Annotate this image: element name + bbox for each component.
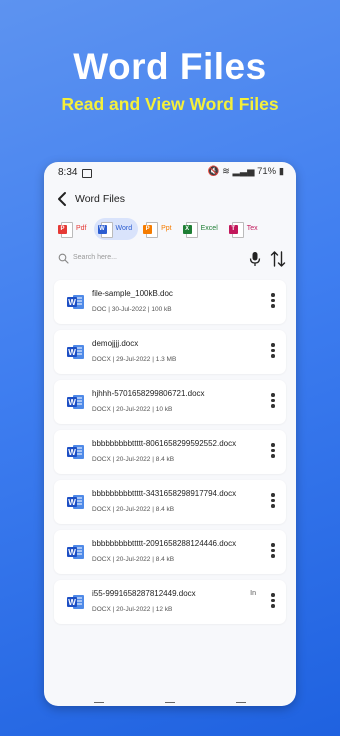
svg-text:W: W	[68, 398, 76, 407]
file-meta: DOCX | 20-Jul-2022 | 10 kB	[92, 406, 173, 413]
tab-label: Pdf	[76, 225, 87, 232]
more-options-icon[interactable]	[271, 293, 275, 311]
more-options-icon[interactable]	[271, 343, 275, 361]
back-arrow-icon[interactable]	[54, 190, 72, 208]
word-file-icon: W	[67, 345, 84, 359]
tab-word[interactable]: W Word	[93, 218, 139, 240]
file-meta: DOCX | 20-Jul-2022 | 8.4 kB	[92, 506, 175, 513]
search-icon	[58, 253, 69, 264]
mute-icon: 🔇	[207, 166, 220, 177]
status-time: 8:34	[58, 167, 78, 178]
pdf-icon: P	[58, 221, 73, 238]
sort-icon[interactable]	[270, 250, 286, 268]
tab-label: Tex	[246, 225, 258, 232]
gallery-notification-icon	[82, 169, 92, 178]
txt-icon: T	[228, 221, 244, 238]
tab-pdf[interactable]: P Pdf	[54, 218, 93, 240]
file-list-item[interactable]: W i55-9991658287812449.docx DOCX | 20-Ju…	[54, 580, 286, 624]
svg-text:W: W	[68, 548, 76, 557]
more-options-icon[interactable]	[271, 443, 275, 461]
system-nav-bar	[44, 696, 296, 706]
page-title: Word Files	[75, 193, 125, 205]
word-file-icon: W	[67, 595, 84, 609]
file-name: bbbbbbbbbttttt-8061658299592552.docx	[92, 439, 237, 448]
home-nav-icon[interactable]	[165, 702, 175, 706]
file-name: bbbbbbbbbttttt-3431658298917794.docx	[92, 489, 237, 498]
word-file-icon: W	[67, 295, 84, 309]
more-options-icon[interactable]	[271, 543, 275, 561]
recents-nav-icon[interactable]	[94, 702, 104, 706]
file-list-item[interactable]: W demojjjj.docx DOCX | 29-Jul-2022 | 1.3…	[54, 330, 286, 374]
svg-text:W: W	[68, 598, 76, 607]
more-options-icon[interactable]	[271, 493, 275, 511]
tab-label: Ppt	[161, 225, 172, 232]
app-bar: Word Files	[44, 182, 296, 216]
microphone-icon[interactable]	[249, 251, 261, 267]
battery-level: 71%	[257, 166, 277, 177]
tab-text[interactable]: T Tex	[225, 218, 264, 240]
file-name: i55-9991658287812449.docx	[92, 589, 196, 598]
file-meta: DOCX | 20-Jul-2022 | 12 kB	[92, 606, 173, 613]
status-icons: 🔇 ≋ ▂▃▅ 71% ▮	[207, 166, 284, 177]
ppt-icon: P	[143, 221, 159, 238]
excel-icon: X	[182, 221, 198, 238]
truncated-label: In	[250, 590, 256, 597]
file-list-item[interactable]: W file-sample_100kB.doc DOC | 30-Jul-202…	[54, 280, 286, 324]
signal-icon: ▂▃▅	[232, 166, 255, 177]
file-list-item[interactable]: W hjhhh-5701658299806721.docx DOCX | 20-…	[54, 380, 286, 424]
more-options-icon[interactable]	[271, 593, 275, 611]
file-list-item[interactable]: W bbbbbbbbbttttt-2091658288124446.docx D…	[54, 530, 286, 574]
svg-text:W: W	[68, 348, 76, 357]
word-file-icon: W	[67, 395, 84, 409]
file-meta: DOC | 30-Jul-2022 | 100 kB	[92, 306, 172, 313]
back-nav-icon[interactable]	[236, 702, 246, 706]
file-name: bbbbbbbbbttttt-2091658288124446.docx	[92, 539, 237, 548]
svg-text:W: W	[68, 448, 76, 457]
wifi-icon: ≋	[221, 166, 230, 177]
file-meta: DOCX | 20-Jul-2022 | 8.4 kB	[92, 556, 175, 563]
word-file-icon: W	[67, 445, 84, 459]
status-bar: 8:34 🔇 ≋ ▂▃▅ 71% ▮	[44, 162, 296, 182]
more-options-icon[interactable]	[271, 393, 275, 411]
promo-title: Word Files	[73, 46, 267, 87]
search-placeholder: Search here...	[73, 254, 117, 261]
file-name: hjhhh-5701658299806721.docx	[92, 389, 205, 398]
phone-frame: 8:34 🔇 ≋ ▂▃▅ 71% ▮ Word Files P Pdf W Word…	[44, 162, 296, 706]
file-name: demojjjj.docx	[92, 339, 139, 348]
file-type-tabs: P Pdf W Word P Ppt X Excel T Tex	[54, 218, 296, 240]
file-name: file-sample_100kB.doc	[92, 289, 173, 298]
file-list-item[interactable]: W bbbbbbbbbttttt-8061658299592552.docx D…	[54, 430, 286, 474]
word-file-icon: W	[67, 495, 84, 509]
promo-subtitle: Read and View Word Files	[61, 94, 279, 114]
tab-label: Excel	[200, 225, 218, 232]
tab-label: Word	[115, 225, 133, 232]
svg-text:W: W	[68, 498, 76, 507]
tab-ppt[interactable]: P Ppt	[139, 218, 178, 240]
svg-text:W: W	[68, 298, 76, 307]
battery-icon: ▮	[278, 166, 284, 177]
word-file-icon: W	[67, 545, 84, 559]
word-icon: W	[97, 221, 113, 238]
tab-excel[interactable]: X Excel	[179, 218, 224, 240]
search-input[interactable]: Search here...	[54, 248, 234, 270]
file-meta: DOCX | 20-Jul-2022 | 8.4 kB	[92, 456, 175, 463]
file-meta: DOCX | 29-Jul-2022 | 1.3 MB	[92, 356, 177, 363]
file-list-item[interactable]: W bbbbbbbbbttttt-3431658298917794.docx D…	[54, 480, 286, 524]
file-list: W file-sample_100kB.doc DOC | 30-Jul-202…	[54, 280, 286, 630]
search-row: Search here...	[54, 248, 286, 272]
